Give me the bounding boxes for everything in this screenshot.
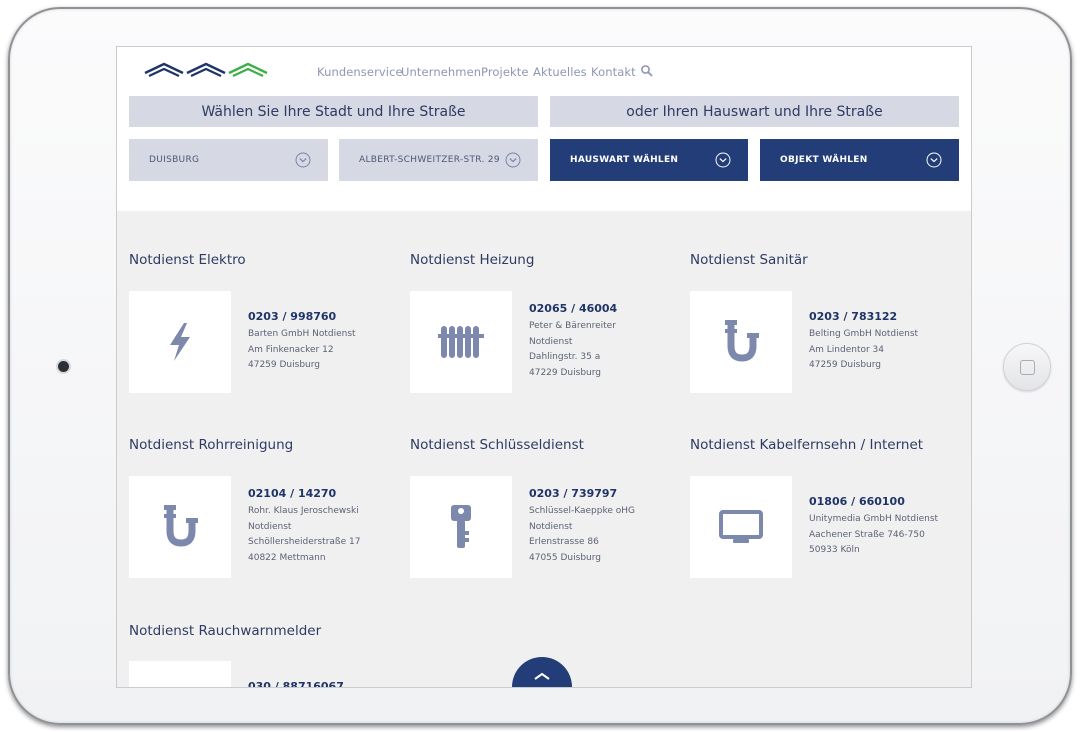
contact-line: 40822 Mettmann <box>248 552 326 563</box>
contact-line: Notdienst <box>248 521 292 532</box>
chevron-down-icon <box>505 152 521 168</box>
contact-line: Unitymedia GmbH Notdienst <box>809 514 939 524</box>
contact-line: Notdienst <box>529 336 573 347</box>
nav-projekte[interactable]: Projekte <box>481 65 529 79</box>
service-contact: 02104 / 14270 Rohr. Klaus Jeroschewski N… <box>248 487 388 566</box>
service-phone[interactable]: 02104 / 14270 <box>248 487 388 500</box>
nav-unternehmen[interactable]: Unternehmen <box>401 65 481 79</box>
street-select[interactable]: ALBERT-SCHWEITZER-STR. 29 <box>339 139 538 181</box>
search-icon[interactable] <box>640 64 654 78</box>
city-select-value: DUISBURG <box>149 155 200 165</box>
camera-icon <box>58 361 69 372</box>
contact-line: 47055 Duisburg <box>529 552 601 563</box>
service-contact: 01806 / 660100 Unitymedia GmbH Notdienst… <box>809 495 949 559</box>
service-phone[interactable]: 0203 / 783122 <box>809 310 949 323</box>
service-phone[interactable]: 0203 / 739797 <box>529 487 669 500</box>
hauswart-band: oder Ihren Hauswart und Ihre Straße <box>550 96 959 127</box>
service-phone[interactable]: 02065 / 46004 <box>529 302 669 315</box>
contact-line: Schöllersheiderstraße 17 <box>248 537 361 547</box>
home-button[interactable] <box>1003 343 1051 391</box>
service-title: Notdienst Kabelfernsehn / Internet <box>690 437 924 453</box>
contact-line: Notdienst <box>529 521 573 532</box>
nav-aktuelles[interactable]: Aktuelles <box>533 65 587 79</box>
chevron-down-icon <box>926 152 942 168</box>
service-title: Notdienst Schlüsseldienst <box>410 437 584 453</box>
city-street-band: Wählen Sie Ihre Stadt und Ihre Straße <box>129 96 538 127</box>
key-icon <box>451 505 471 548</box>
service-title: Notdienst Heizung <box>410 252 535 268</box>
city-select[interactable]: DUISBURG <box>129 139 328 181</box>
contact-line: Schlüssel-Kaeppke oHG <box>529 506 635 516</box>
contact-line: 47229 Duisburg <box>529 367 601 378</box>
service-title: Notdienst Rohrreinigung <box>129 437 294 453</box>
contact-line: Erlenstrasse 86 <box>529 537 599 547</box>
service-icon-box <box>129 291 231 393</box>
service-contact: 0203 / 998760 Barten GmbH Notdienst Am F… <box>248 310 388 374</box>
service-icon-box <box>410 476 512 578</box>
nav-kundenservice[interactable]: Kundenservice <box>317 65 403 79</box>
contact-line: 47259 Duisburg <box>248 360 320 370</box>
service-contact: 02065 / 46004 Peter & Bärenreiter Notdie… <box>529 302 669 381</box>
pipe-icon <box>725 320 759 362</box>
service-icon-box <box>690 291 792 393</box>
scroll-to-top-button[interactable] <box>512 657 572 687</box>
lightning-icon <box>170 323 190 361</box>
contact-line: Barten GmbH Notdienst <box>248 329 356 339</box>
contact-line: Peter & Bärenreiter <box>529 321 616 331</box>
service-icon-box <box>129 476 231 578</box>
objekt-select[interactable]: OBJEKT WÄHLEN <box>760 139 959 181</box>
service-icon-box <box>129 661 231 687</box>
chevron-down-icon <box>295 152 311 168</box>
hauswart-select[interactable]: HAUSWART WÄHLEN <box>550 139 748 181</box>
hauswart-select-value: HAUSWART WÄHLEN <box>570 155 679 165</box>
contact-line: 47259 Duisburg <box>809 360 881 370</box>
service-contact: 0203 / 783122 Belting GmbH Notdienst Am … <box>809 310 949 374</box>
service-phone[interactable]: 0203 / 998760 <box>248 310 388 323</box>
service-title: Notdienst Rauchwarnmelder <box>129 623 322 639</box>
contact-line: Rohr. Klaus Jeroschewski <box>248 506 359 516</box>
browser-screen: Kundenservice Unternehmen Projekte Aktue… <box>116 46 972 688</box>
service-title: Notdienst Sanitär <box>690 252 808 268</box>
main-nav: Kundenservice Unternehmen Projekte Aktue… <box>117 55 971 85</box>
nav-kontakt[interactable]: Kontakt <box>591 65 636 79</box>
contact-line: 50933 Köln <box>809 545 860 555</box>
service-contact: 0203 / 739797 Schlüssel-Kaeppke oHG Notd… <box>529 487 669 566</box>
contact-line: Am Lindentor 34 <box>809 344 885 355</box>
company-logo[interactable] <box>143 59 269 79</box>
contact-line: Dahlingstr. 35 a <box>529 352 601 362</box>
chevron-down-icon <box>715 152 731 168</box>
street-select-value: ALBERT-SCHWEITZER-STR. 29 <box>359 155 500 165</box>
pipe-icon <box>164 505 198 547</box>
service-phone[interactable]: 030 / 88716067 <box>248 680 344 687</box>
contact-line: Belting GmbH Notdienst <box>809 329 919 339</box>
service-icon-box <box>690 476 792 578</box>
contact-line: Am Finkenacker 12 <box>248 344 334 355</box>
service-phone[interactable]: 01806 / 660100 <box>809 495 949 508</box>
radiator-icon <box>438 326 484 358</box>
chevron-up-icon <box>534 672 550 680</box>
service-title: Notdienst Elektro <box>129 252 246 268</box>
service-icon-box <box>410 291 512 393</box>
tv-icon <box>719 510 763 543</box>
objekt-select-value: OBJEKT WÄHLEN <box>780 155 868 165</box>
contact-line: Aachener Straße 746-750 <box>809 529 925 540</box>
